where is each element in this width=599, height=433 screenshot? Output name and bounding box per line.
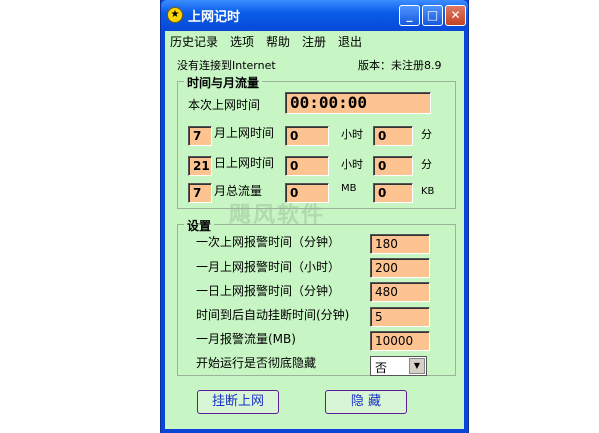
menu-bar: 历史记录 选项 帮助 注册 退出 xyxy=(165,31,464,51)
menu-register[interactable]: 注册 xyxy=(302,33,326,50)
time-traffic-group: 时间与月流量 本次上网时间 00:00:00 7 月上网时间 0 小时 0 分 … xyxy=(177,74,456,209)
setting-label-day-alarm: 一日上网报警时间（分钟） xyxy=(196,284,341,298)
close-icon: ✕ xyxy=(450,8,461,22)
menu-history[interactable]: 历史记录 xyxy=(170,33,218,50)
month-hours-unit: 小时 xyxy=(341,128,363,141)
app-window: ★ 上网记时 _ □ ✕ 历史记录 选项 帮助 注册 退出 飓风软件 没有连接到… xyxy=(160,0,469,433)
traffic-mb-field: 0 xyxy=(285,183,329,203)
month-minutes-unit: 分 xyxy=(421,128,432,141)
menu-options[interactable]: 选项 xyxy=(230,33,254,50)
menu-exit[interactable]: 退出 xyxy=(338,33,362,50)
client-area: 飓风软件 没有连接到Internet 版本：未注册8.9 时间与月流量 本次上网… xyxy=(165,51,464,429)
hide-on-start-select[interactable]: 否 ▼ xyxy=(370,356,427,376)
day-number: 21 xyxy=(188,156,212,176)
month-traffic-label: 月总流量 xyxy=(214,184,263,198)
session-time-value: 00:00:00 xyxy=(285,92,431,114)
settings-group: 设置 一次上网报警时间（分钟） 180 一月上网报警时间（小时） 200 一日上… xyxy=(177,217,456,376)
close-button[interactable]: ✕ xyxy=(445,5,466,26)
window-title: 上网记时 xyxy=(188,10,241,25)
setting-label-month-alarm: 一月上网报警时间（小时） xyxy=(196,260,341,274)
maximize-button[interactable]: □ xyxy=(422,5,443,26)
setting-day-alarm-input[interactable]: 480 xyxy=(370,282,430,302)
setting-month-alarm-input[interactable]: 200 xyxy=(370,258,430,278)
setting-auto-hangup-input[interactable]: 5 xyxy=(370,307,430,327)
traffic-month-number: 7 xyxy=(188,183,212,203)
setting-traffic-alarm-input[interactable]: 10000 xyxy=(370,331,430,351)
maximize-icon: □ xyxy=(426,8,439,22)
day-time-label: 日上网时间 xyxy=(214,156,275,170)
menu-help[interactable]: 帮助 xyxy=(266,33,290,50)
minimize-button[interactable]: _ xyxy=(399,5,420,26)
app-icon: ★ xyxy=(167,7,183,23)
day-minutes-unit: 分 xyxy=(421,158,432,171)
setting-label-traffic-alarm: 一月报警流量(MB) xyxy=(196,332,296,346)
month-hours-field: 0 xyxy=(285,126,329,146)
month-time-label: 月上网时间 xyxy=(214,126,275,140)
time-group-title: 时间与月流量 xyxy=(184,74,263,91)
connection-status: 没有连接到Internet xyxy=(177,59,276,72)
version-label: 版本：未注册8.9 xyxy=(358,59,442,72)
chevron-down-icon[interactable]: ▼ xyxy=(409,358,425,374)
title-bar[interactable]: ★ 上网记时 _ □ ✕ xyxy=(161,0,468,31)
day-minutes-field: 0 xyxy=(373,156,413,176)
settings-group-title: 设置 xyxy=(184,217,215,234)
setting-session-alarm-input[interactable]: 180 xyxy=(370,234,430,254)
traffic-mb-unit: MB xyxy=(341,183,357,194)
month-minutes-field: 0 xyxy=(373,126,413,146)
session-time-label: 本次上网时间 xyxy=(188,98,261,112)
hide-button[interactable]: 隐 藏 xyxy=(325,390,407,414)
setting-label-hide-on-start: 开始运行是否彻底隐藏 xyxy=(196,356,317,370)
traffic-kb-unit: KB xyxy=(421,186,435,197)
setting-label-auto-hangup: 时间到后自动挂断时间(分钟) xyxy=(196,308,350,322)
day-hours-field: 0 xyxy=(285,156,329,176)
setting-label-session-alarm: 一次上网报警时间（分钟） xyxy=(196,235,341,249)
traffic-kb-field: 0 xyxy=(373,183,413,203)
day-hours-unit: 小时 xyxy=(341,158,363,171)
hangup-button[interactable]: 挂断上网 xyxy=(197,390,279,414)
month-number: 7 xyxy=(188,126,212,146)
hide-on-start-value: 否 xyxy=(375,361,388,375)
minimize-icon: _ xyxy=(406,8,413,22)
